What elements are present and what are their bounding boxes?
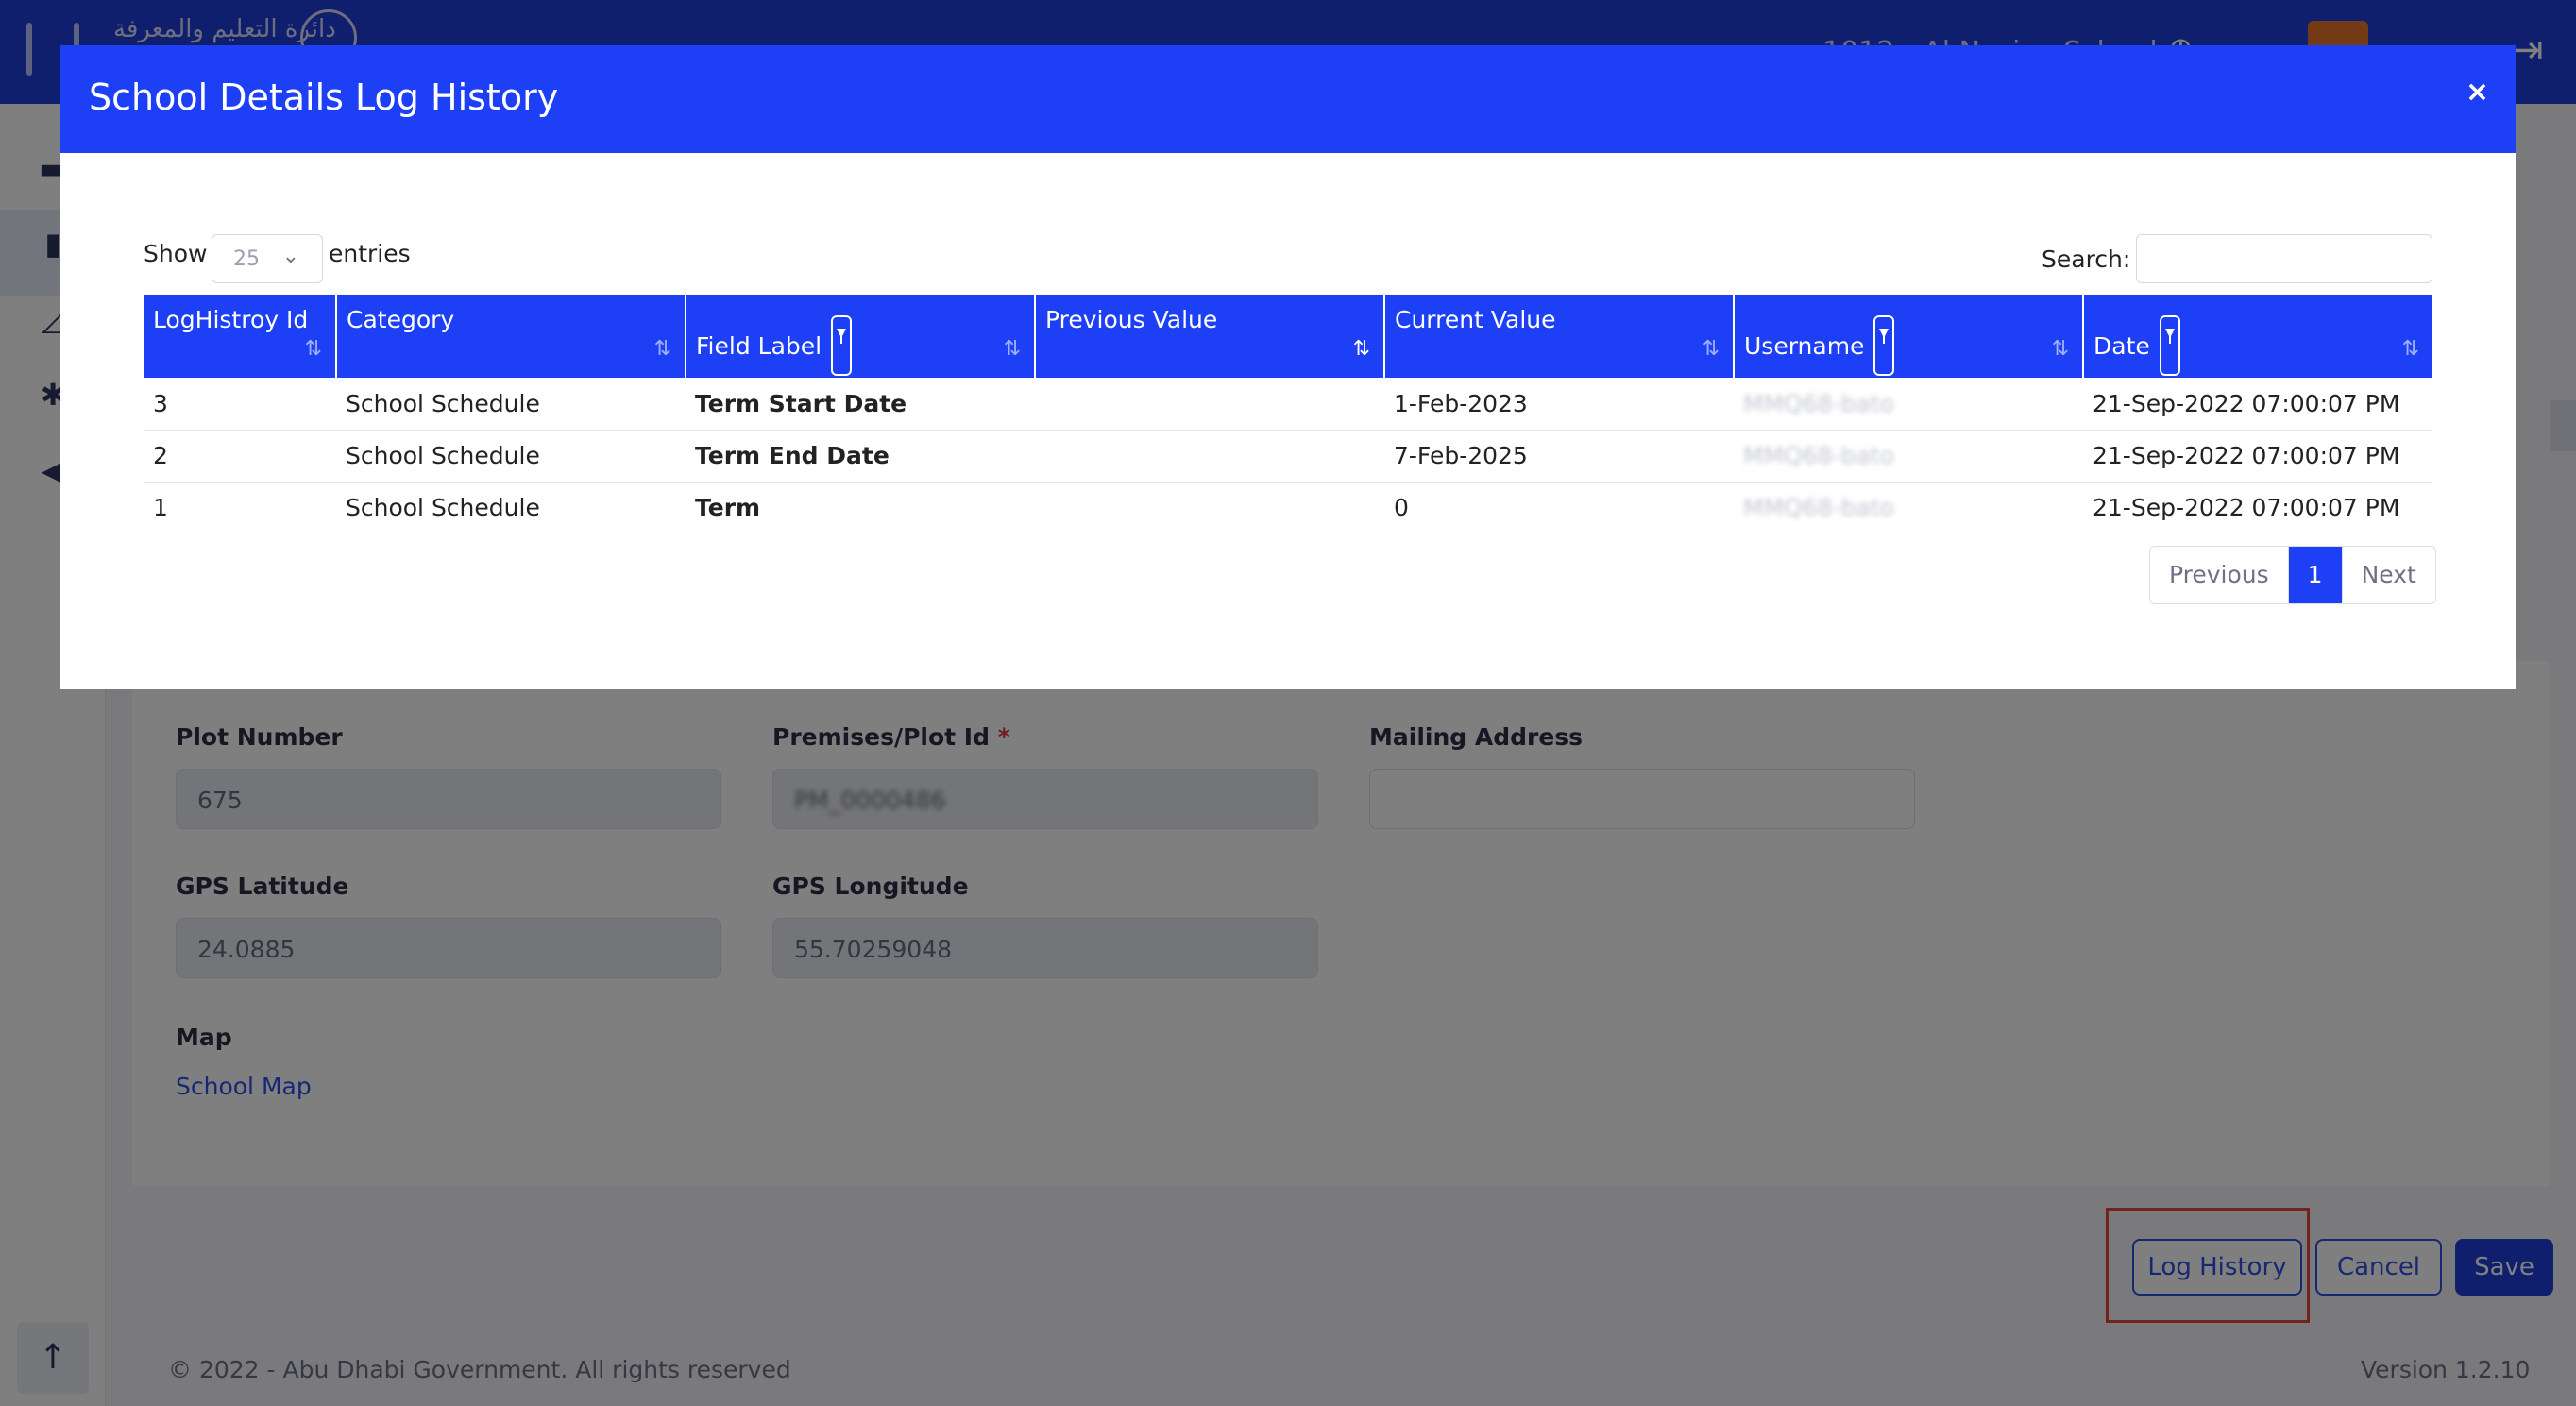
column-label: Category bbox=[347, 306, 455, 333]
column-label: Date bbox=[2093, 332, 2150, 360]
cell-previous-value bbox=[1035, 378, 1384, 431]
search-label: Search: bbox=[2042, 246, 2131, 273]
entries-label: entries bbox=[329, 240, 411, 267]
sort-icon[interactable]: ⇅ bbox=[305, 337, 322, 361]
sort-icon[interactable]: ⇅ bbox=[2052, 337, 2069, 361]
cell-current-value: 1-Feb-2023 bbox=[1384, 378, 1734, 431]
cell-date: 21-Sep-2022 07:00:07 PM bbox=[2083, 378, 2432, 431]
entries-value: 25 bbox=[233, 247, 260, 271]
cell-current-value: 7-Feb-2025 bbox=[1384, 430, 1734, 483]
column-label: Field Label bbox=[696, 332, 822, 360]
page-1-button[interactable]: 1 bbox=[2288, 547, 2342, 603]
cell-username: MMQ68-bato bbox=[1734, 378, 2083, 431]
username-text: MMQ68-bato bbox=[1743, 442, 1894, 469]
entries-select[interactable]: 25 ⌄ bbox=[212, 234, 323, 283]
sort-icon[interactable]: ⇅ bbox=[1703, 337, 1720, 361]
column-header-previous-value[interactable]: Previous Value ⇅ bbox=[1035, 295, 1385, 378]
cell-field-label: Term bbox=[695, 494, 761, 522]
table-row: 3 School Schedule Term Start Date 1-Feb-… bbox=[144, 378, 2432, 431]
column-label: LogHistroy Id bbox=[153, 306, 309, 333]
cell-username: MMQ68-bato bbox=[1734, 430, 2083, 483]
column-header-field-label[interactable]: Field Label ⇅ bbox=[686, 295, 1036, 378]
cell-previous-value bbox=[1035, 482, 1384, 534]
cell-date: 21-Sep-2022 07:00:07 PM bbox=[2083, 430, 2432, 483]
close-icon[interactable]: × bbox=[2466, 76, 2489, 109]
cell-category: School Schedule bbox=[336, 430, 686, 483]
modal-title: School Details Log History bbox=[89, 76, 559, 118]
modal-header: School Details Log History × bbox=[60, 45, 2516, 153]
cell-date: 21-Sep-2022 07:00:07 PM bbox=[2093, 494, 2400, 522]
column-header-date[interactable]: Date ⇅ bbox=[2083, 295, 2432, 378]
chevron-down-icon: ⌄ bbox=[281, 245, 299, 268]
filter-icon[interactable] bbox=[1873, 315, 1895, 376]
cell-field-label: Term Start Date bbox=[686, 378, 1035, 431]
log-history-table: LogHistroy Id ⇅ Category ⇅ Field Label ⇅ Pr… bbox=[144, 295, 2432, 534]
table-row: 1 School Schedule Term 0 MMQ68-bato 21-S… bbox=[144, 482, 2432, 534]
column-header-category[interactable]: Category ⇅ bbox=[336, 295, 686, 378]
column-header-loghistory-id[interactable]: LogHistroy Id ⇅ bbox=[144, 295, 337, 378]
username-text: MMQ68-bato bbox=[1743, 389, 1894, 417]
previous-page-button[interactable]: Previous bbox=[2150, 547, 2289, 603]
filter-icon[interactable] bbox=[831, 315, 853, 376]
show-label: Show bbox=[144, 240, 208, 267]
sort-icon[interactable]: ⇅ bbox=[2402, 337, 2419, 361]
cell-field-label: Term End Date bbox=[686, 430, 1035, 483]
next-page-button[interactable]: Next bbox=[2341, 547, 2435, 603]
cell-id: 2 bbox=[144, 430, 336, 483]
cell-category: School Schedule bbox=[346, 494, 540, 522]
filter-icon[interactable] bbox=[2159, 315, 2180, 376]
cell-current-value: 0 bbox=[1394, 494, 1409, 522]
pagination: Previous 1 Next bbox=[2149, 546, 2436, 604]
column-label: Previous Value bbox=[1045, 306, 1218, 333]
sort-icon[interactable]: ⇅ bbox=[1353, 337, 1370, 361]
cell-id: 1 bbox=[153, 494, 168, 522]
column-header-current-value[interactable]: Current Value ⇅ bbox=[1384, 295, 1735, 378]
column-header-username[interactable]: Username ⇅ bbox=[1734, 295, 2084, 378]
sort-icon[interactable]: ⇅ bbox=[1004, 337, 1021, 361]
sort-icon[interactable]: ⇅ bbox=[654, 337, 671, 361]
cell-username: MMQ68-bato bbox=[1734, 482, 2083, 534]
column-label: Username bbox=[1744, 332, 1865, 360]
username-text: MMQ68-bato bbox=[1743, 494, 1894, 522]
cell-previous-value bbox=[1035, 430, 1384, 483]
search-input[interactable] bbox=[2136, 234, 2432, 283]
table-row: 2 School Schedule Term End Date 7-Feb-20… bbox=[144, 430, 2432, 483]
cell-category: School Schedule bbox=[336, 378, 686, 431]
cell-id: 3 bbox=[144, 378, 336, 431]
column-label: Current Value bbox=[1395, 306, 1556, 333]
log-history-modal: School Details Log History × Show 25 ⌄ e… bbox=[60, 45, 2516, 689]
